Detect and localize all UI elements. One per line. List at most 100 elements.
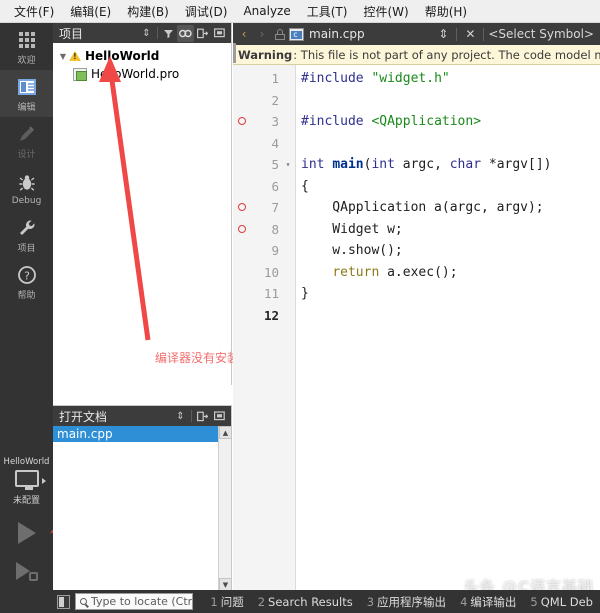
output-pane-number: 2 <box>257 594 266 609</box>
menu-item-5[interactable]: Analyze <box>235 2 298 20</box>
project-panel-title: 项目 <box>59 26 84 41</box>
menu-item-1[interactable]: 文件(F) <box>6 1 62 22</box>
open-documents-header: 打开文档 ⇕ <box>53 406 231 426</box>
menu-item-6[interactable]: 工具(T) <box>299 1 356 22</box>
debug-button[interactable] <box>0 552 53 590</box>
code-editor[interactable]: 1 #include "widget.h" 2 3 #include <QApplica… <box>233 65 600 590</box>
grid-icon <box>18 29 35 51</box>
breakpoint-marker-icon[interactable] <box>238 203 246 211</box>
menu-item-7[interactable]: 控件(W) <box>355 1 416 22</box>
output-pane-button[interactable]: 4 编译输出 <box>453 594 523 610</box>
play-icon <box>17 522 36 544</box>
code-text: #include "widget.h" <box>301 71 450 86</box>
divider <box>456 27 458 41</box>
tree-item-file[interactable]: HelloWorld.pro <box>53 65 231 83</box>
line-number: 4 <box>271 135 279 151</box>
close-icon[interactable]: ✕ <box>461 25 479 43</box>
code-line[interactable]: 11} <box>233 283 600 305</box>
close-panel-icon[interactable] <box>211 25 228 42</box>
code-text: int main(int argc, char *argv[]) <box>301 157 552 172</box>
output-pane-label: Search Results <box>268 594 353 609</box>
code-text: QApplication a(argc, argv); <box>301 200 544 215</box>
updown-arrows-icon[interactable]: ⇕ <box>434 25 452 43</box>
editor-toolbar: ‹ › main.cpp ⇕ ✕ <Select Symbol> <box>233 23 600 45</box>
line-number: 11 <box>263 286 279 301</box>
activity-item-项目[interactable]: 项目 <box>0 211 53 258</box>
line-number: 3 <box>271 114 279 129</box>
breakpoint-marker-icon[interactable] <box>238 224 246 233</box>
activity-item-label: 编辑 <box>17 103 36 113</box>
locator-input[interactable]: Type to locate (Ctrl... <box>74 593 194 610</box>
split-icon[interactable] <box>194 408 211 425</box>
updown-arrows-icon[interactable]: ⇕ <box>172 408 189 425</box>
bug-icon <box>17 172 37 194</box>
line-number: 5 <box>271 157 279 172</box>
code-text: #include <QApplication> <box>301 114 482 129</box>
menu-item-8[interactable]: 帮助(H) <box>417 1 475 22</box>
chevron-down-icon[interactable]: ▼ <box>57 52 69 61</box>
activity-item-label: 欢迎 <box>17 56 36 66</box>
output-pane-button[interactable]: 1 问题 <box>203 594 250 610</box>
activity-item-帮助[interactable]: ? 帮助 <box>0 258 53 305</box>
code-line[interactable]: 1 #include "widget.h" <box>233 68 600 90</box>
output-pane-number: 3 <box>366 594 375 609</box>
unlocked-icon[interactable] <box>275 28 285 40</box>
output-pane-label: 编译输出 <box>470 594 517 609</box>
menu-item-3[interactable]: 构建(B) <box>119 1 177 22</box>
link-icon[interactable] <box>177 24 194 42</box>
line-number: 9 <box>271 243 279 258</box>
documents-scrollbar[interactable]: ▲ ▼ <box>218 426 232 591</box>
code-line[interactable]: 12 <box>233 305 600 327</box>
chevron-left-icon[interactable]: ‹ <box>235 25 253 43</box>
split-icon[interactable] <box>194 25 211 42</box>
output-pane-number: 1 <box>210 594 218 609</box>
activity-item-编辑[interactable]: 编辑 <box>0 70 53 117</box>
run-button[interactable] <box>0 514 53 552</box>
kit-selector-button[interactable] <box>0 470 53 490</box>
code-line[interactable]: 4 <box>233 133 600 155</box>
divider <box>157 27 158 39</box>
cpp-file-icon <box>289 27 304 41</box>
chevron-right-icon <box>42 478 46 484</box>
sidebar-toggle-icon[interactable] <box>57 594 70 609</box>
warning-accent-bar <box>233 43 236 63</box>
activity-item-Debug[interactable]: Debug <box>0 164 53 211</box>
qt-creator-window: 文件(F) 编辑(E) 构建(B) 调试(D) Analyze 工具(T) 控件(W) 帮助(… <box>0 0 600 613</box>
code-line[interactable]: 8 Widget w; <box>233 219 600 241</box>
question-icon: ? <box>17 264 37 286</box>
code-line[interactable]: 10 return a.exec(); <box>233 262 600 284</box>
breakpoint-marker-icon[interactable] <box>238 117 246 125</box>
output-pane-number: 5 <box>530 594 538 609</box>
code-line[interactable]: 9 w.show(); <box>233 240 600 262</box>
output-pane-buttons: 1 问题 2 Search Results 3 应用程序输出 4 编译输出 5 QML Deb <box>203 594 600 610</box>
code-line[interactable]: 7 QApplication a(argc, argv); <box>233 197 600 219</box>
chevron-right-icon[interactable]: › <box>253 25 271 43</box>
output-pane-button[interactable]: 2 Search Results <box>251 595 360 609</box>
code-line[interactable]: 6{ <box>233 176 600 198</box>
filter-icon[interactable] <box>160 25 177 42</box>
code-line[interactable]: 3 #include <QApplication> <box>233 111 600 133</box>
output-pane-label: QML Deb <box>540 594 593 609</box>
open-documents-list: main.cpp ▲ ▼ <box>53 426 232 591</box>
editor-filename[interactable]: main.cpp <box>309 27 434 41</box>
fold-marker-icon[interactable]: ▾ <box>283 154 293 176</box>
project-panel: 项目 ⇕ ▼ HelloWorld HelloWorld.pro <box>53 23 232 385</box>
code-line[interactable]: 5 ▾ int main(int argc, char *argv[]) <box>233 154 600 176</box>
menu-item-2[interactable]: 编辑(E) <box>62 1 119 22</box>
close-panel-icon[interactable] <box>211 408 228 425</box>
scroll-up-icon[interactable]: ▲ <box>219 426 232 439</box>
output-pane-button[interactable]: 3 应用程序输出 <box>360 594 453 610</box>
output-pane-button[interactable]: 5 QML Deb <box>523 595 600 609</box>
code-line[interactable]: 2 <box>233 90 600 112</box>
menu-item-4[interactable]: 调试(D) <box>177 1 236 22</box>
locator-placeholder: Type to locate (Ctrl... <box>90 595 193 608</box>
open-documents-title: 打开文档 <box>59 409 108 424</box>
project-tree: ▼ HelloWorld HelloWorld.pro <box>53 43 231 83</box>
activity-item-欢迎[interactable]: 欢迎 <box>0 23 53 70</box>
tree-item-project[interactable]: ▼ HelloWorld <box>53 47 231 65</box>
symbol-selector[interactable]: <Select Symbol> <box>488 27 598 41</box>
updown-arrows-icon[interactable]: ⇕ <box>138 25 155 42</box>
divider <box>483 27 485 41</box>
open-document-item[interactable]: main.cpp <box>53 426 231 442</box>
pencil-icon <box>17 123 37 145</box>
